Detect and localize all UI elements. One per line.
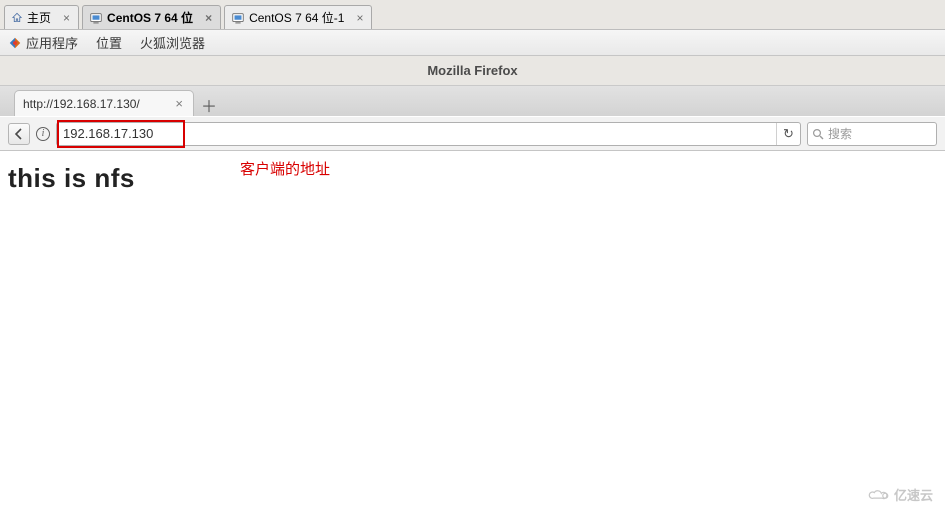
search-bar[interactable]: 搜索 — [807, 122, 937, 146]
window-title-text: Mozilla Firefox — [427, 63, 517, 78]
watermark: 亿速云 — [868, 485, 933, 504]
back-arrow-icon — [13, 128, 25, 140]
reload-icon: ↻ — [783, 126, 794, 142]
browser-nav-toolbar: i ↻ 搜索 — [0, 116, 945, 151]
search-icon — [812, 128, 824, 140]
site-info-icon[interactable]: i — [36, 127, 50, 141]
cloud-icon — [868, 488, 890, 502]
browser-tab-label: http://192.168.17.130/ — [23, 97, 167, 111]
host-tab-bar: 主页 × CentOS 7 64 位 × CentOS 7 64 位-1 × — [0, 0, 945, 30]
url-bar[interactable]: ↻ — [56, 122, 801, 146]
vm-icon — [89, 11, 103, 25]
page-body-text: this is nfs — [0, 151, 945, 206]
vm-icon — [231, 11, 245, 25]
host-tab-label: 主页 — [27, 9, 51, 26]
menu-label: 应用程序 — [26, 33, 78, 52]
search-placeholder: 搜索 — [828, 125, 852, 142]
host-tab-vm1[interactable]: CentOS 7 64 位 × — [82, 5, 221, 29]
close-icon[interactable]: × — [354, 11, 365, 25]
menu-places[interactable]: 位置 — [96, 33, 122, 52]
close-icon[interactable]: × — [203, 11, 214, 25]
menu-label: 位置 — [96, 33, 122, 52]
desktop-top-bar: 应用程序 位置 火狐浏览器 — [0, 30, 945, 56]
home-icon — [11, 12, 23, 23]
host-tab-vm2[interactable]: CentOS 7 64 位-1 × — [224, 5, 372, 29]
menu-firefox[interactable]: 火狐浏览器 — [140, 33, 205, 52]
host-tab-home[interactable]: 主页 × — [4, 5, 79, 29]
host-tab-label: CentOS 7 64 位-1 — [249, 9, 344, 26]
watermark-text: 亿速云 — [894, 485, 933, 504]
back-button[interactable] — [8, 123, 30, 145]
activities-icon — [8, 36, 22, 50]
browser-tab-strip: http://192.168.17.130/ × ＋ — [0, 86, 945, 116]
window-title: Mozilla Firefox — [0, 56, 945, 86]
menu-applications[interactable]: 应用程序 — [8, 33, 78, 52]
close-icon[interactable]: × — [61, 11, 72, 25]
menu-label: 火狐浏览器 — [140, 33, 205, 52]
close-icon[interactable]: × — [173, 96, 185, 111]
host-tab-label: CentOS 7 64 位 — [107, 9, 193, 26]
url-input[interactable] — [57, 124, 776, 143]
urlbar-wrapper: ↻ — [56, 122, 801, 146]
annotation-label: 客户端的地址 — [240, 158, 330, 179]
reload-button[interactable]: ↻ — [776, 123, 800, 145]
plus-icon: ＋ — [201, 93, 217, 117]
new-tab-button[interactable]: ＋ — [196, 94, 222, 116]
browser-tab[interactable]: http://192.168.17.130/ × — [14, 90, 194, 116]
